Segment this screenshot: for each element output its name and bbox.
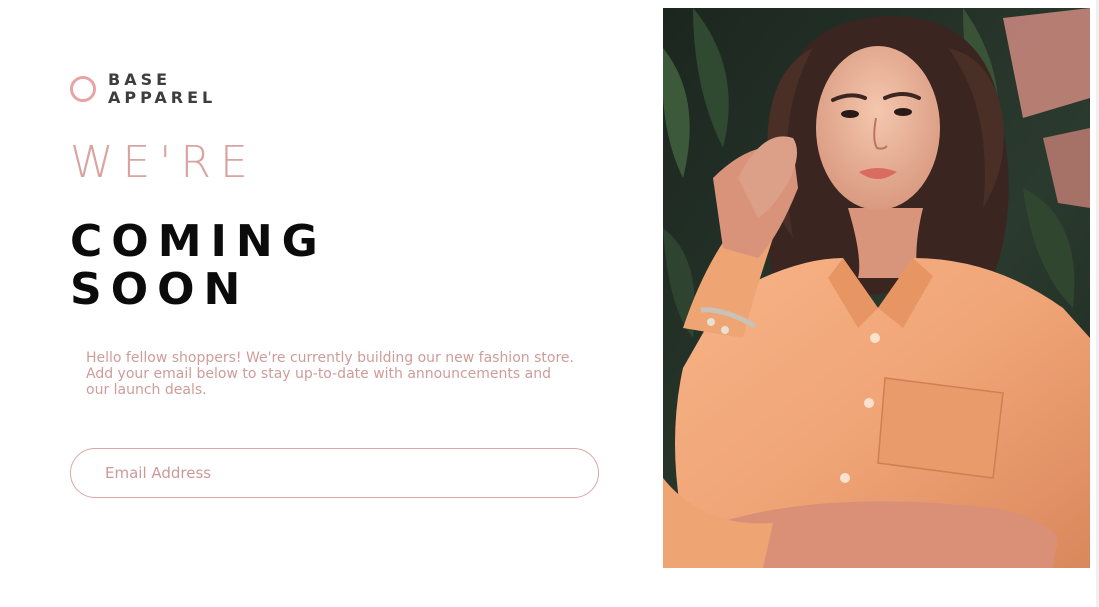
email-signup-form[interactable] xyxy=(70,448,599,498)
brand-name: BASE APPAREL xyxy=(108,71,216,107)
brand-line-2: APPAREL xyxy=(108,88,217,107)
brand-logo[interactable]: BASE APPAREL xyxy=(70,71,216,107)
headline-bold-line-2: SOON xyxy=(70,264,250,315)
hero-photo-icon xyxy=(663,8,1090,568)
hero-image xyxy=(663,8,1090,568)
description-line-2: Add your email below to stay up-to-date … xyxy=(86,366,551,382)
logo-ring-icon xyxy=(70,76,96,102)
headline-light: WE'RE xyxy=(70,137,257,188)
description-line-3: our launch deals. xyxy=(86,382,207,398)
intro-description: Hello fellow shoppers! We're currently b… xyxy=(86,350,586,398)
brand-line-1: BASE xyxy=(108,70,172,89)
coming-soon-page: BASE APPAREL WE'RE COMING SOON Hello fel… xyxy=(0,0,1099,607)
description-line-1: Hello fellow shoppers! We're currently b… xyxy=(86,350,574,366)
headline-bold: COMING SOON xyxy=(70,218,327,314)
email-input[interactable] xyxy=(103,463,598,483)
headline-bold-line-1: COMING xyxy=(70,216,327,267)
